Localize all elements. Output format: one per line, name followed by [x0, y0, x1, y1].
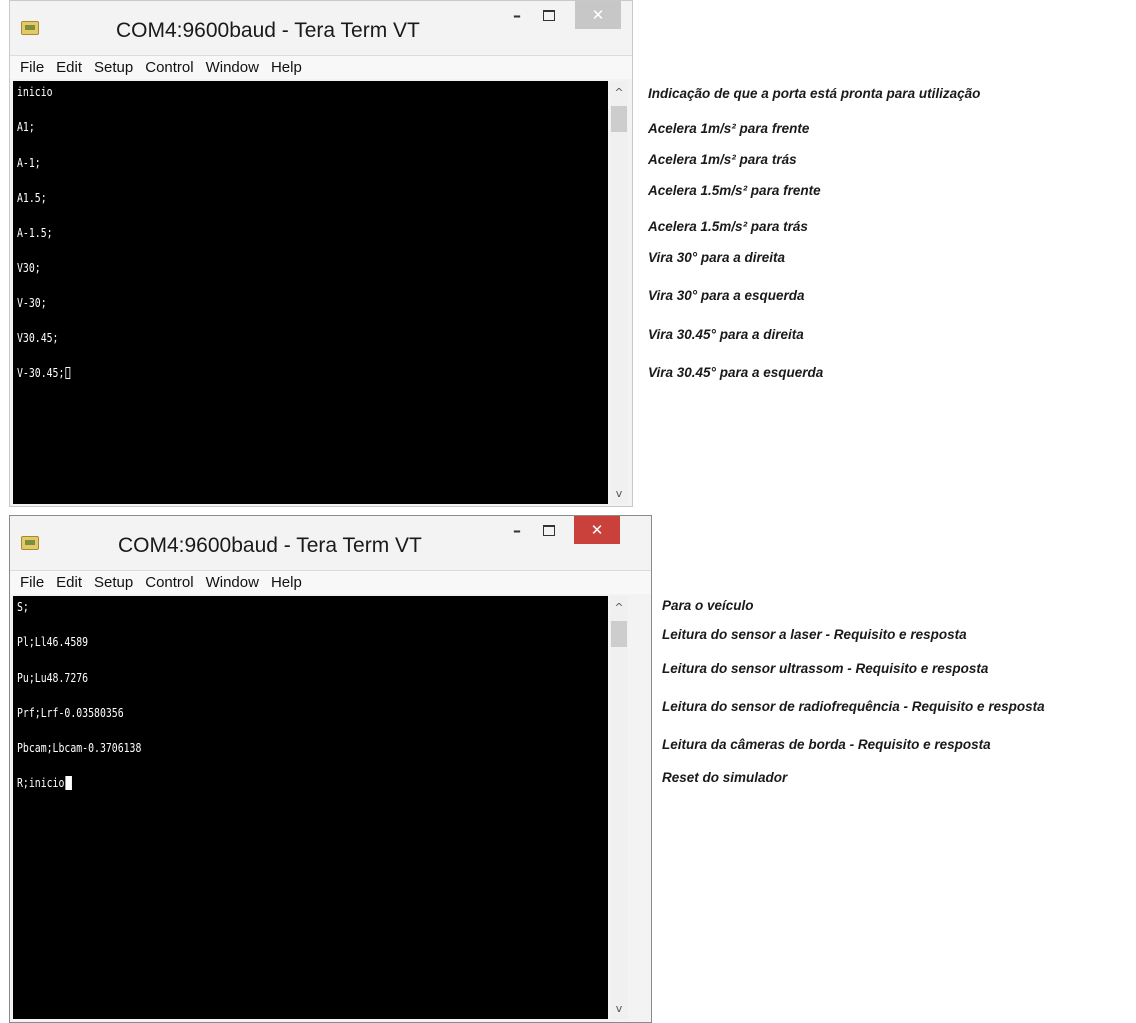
teraterm-app-icon[interactable] [21, 536, 39, 550]
maximize-button[interactable] [536, 1, 562, 29]
menu-window[interactable]: Window [200, 59, 265, 76]
terminal-line-text: V30.45; [17, 331, 59, 345]
annotation: Acelera 1.5m/s² para trás [648, 219, 808, 234]
menu-control[interactable]: Control [139, 59, 199, 76]
menu-control[interactable]: Control [139, 574, 199, 591]
close-button[interactable]: ✕ [575, 1, 621, 29]
minimize-icon: – [513, 520, 521, 540]
terminal-line: S; [17, 600, 29, 614]
scroll-thumb[interactable] [611, 106, 627, 132]
terminal-line: inicio [17, 85, 53, 99]
teraterm-app-icon[interactable] [21, 21, 39, 35]
window-title: COM4:9600baud - Tera Term VT [118, 534, 422, 557]
annotation: Vira 30° para a direita [648, 250, 785, 265]
terminal-line: V-30.45; [17, 366, 71, 380]
terminal-line: V-30; [17, 296, 47, 310]
cursor-icon [65, 367, 71, 379]
annotation: Leitura do sensor ultrassom - Requisito … [662, 661, 989, 676]
terminal-line: V30; [17, 261, 41, 275]
menu-help[interactable]: Help [265, 59, 308, 76]
menu-window[interactable]: Window [200, 574, 265, 591]
annotation: Leitura do sensor de radiofrequência - R… [662, 699, 1045, 714]
annotation: Acelera 1.5m/s² para frente [648, 183, 821, 198]
menu-file[interactable]: File [14, 574, 50, 591]
minimize-icon: – [513, 5, 521, 25]
terminal-line-text: V-30.45; [17, 366, 65, 380]
menu-bar: File Edit Setup Control Window Help [10, 55, 632, 79]
menu-edit[interactable]: Edit [50, 574, 88, 591]
menu-edit[interactable]: Edit [50, 59, 88, 76]
annotation: Vira 30.45° para a esquerda [648, 365, 824, 380]
close-icon: ✕ [591, 6, 605, 24]
vertical-scrollbar[interactable]: ^ v [610, 596, 628, 1019]
terminal-window-2: COM4:9600baud - Tera Term VT – ✕ File Ed… [9, 515, 652, 1023]
menu-help[interactable]: Help [265, 574, 308, 591]
maximize-button[interactable] [536, 516, 562, 544]
minimize-button[interactable]: – [504, 1, 530, 29]
scroll-down-icon[interactable]: v [610, 484, 628, 502]
minimize-button[interactable]: – [504, 516, 530, 544]
menu-bar: File Edit Setup Control Window Help [10, 570, 651, 594]
annotation: Reset do simulador [662, 770, 788, 785]
menu-setup[interactable]: Setup [88, 574, 139, 591]
terminal-line: Pl;Ll46.4589 [17, 635, 89, 649]
menu-setup[interactable]: Setup [88, 59, 139, 76]
terminal-line: A-1; [17, 156, 41, 170]
cursor-icon [65, 776, 72, 790]
terminal-line: R;inicio [17, 776, 72, 790]
annotation: Indicação de que a porta está pronta par… [648, 86, 981, 101]
annotation: Para o veículo [662, 598, 754, 613]
scroll-thumb[interactable] [611, 621, 627, 647]
terminal-line: Prf;Lrf-0.03580356 [17, 706, 124, 720]
annotation: Leitura da câmeras de borda - Requisito … [662, 737, 991, 752]
annotation: Vira 30.45° para a direita [648, 327, 804, 342]
terminal-line: A1.5; [17, 191, 47, 205]
close-button[interactable]: ✕ [574, 516, 620, 544]
annotation: Acelera 1m/s² para frente [648, 121, 810, 136]
terminal-line: Pbcam;Lbcam-0.3706138 [17, 741, 142, 755]
annotation: Vira 30° para a esquerda [648, 288, 805, 303]
annotation: Leitura do sensor a laser - Requisito e … [662, 627, 967, 642]
menu-file[interactable]: File [14, 59, 50, 76]
vertical-scrollbar[interactable]: ^ v [610, 81, 628, 504]
close-icon: ✕ [590, 521, 604, 539]
window-title: COM4:9600baud - Tera Term VT [116, 19, 420, 42]
terminal-line: A-1.5; [17, 226, 53, 240]
terminal-screen[interactable]: inicio A1; A-1; A1.5; A-1.5; V30; V-30; … [13, 81, 608, 504]
scroll-up-icon[interactable]: ^ [610, 83, 628, 101]
maximize-icon [543, 524, 555, 536]
terminal-line: V30.45; [17, 331, 58, 345]
annotation: Acelera 1m/s² para trás [648, 152, 797, 167]
title-bar[interactable]: COM4:9600baud - Tera Term VT – ✕ [10, 1, 632, 55]
terminal-screen[interactable]: S; Pl;Ll46.4589 Pu;Lu48.7276 Prf;Lrf-0.0… [13, 596, 608, 1019]
terminal-line: A1; [17, 120, 35, 134]
title-bar[interactable]: COM4:9600baud - Tera Term VT – ✕ [10, 516, 651, 570]
terminal-line-text: R;inicio [17, 776, 65, 790]
scroll-down-icon[interactable]: v [610, 999, 628, 1017]
terminal-window-1: COM4:9600baud - Tera Term VT – ✕ File Ed… [9, 0, 633, 507]
maximize-icon [543, 9, 555, 21]
terminal-line: Pu;Lu48.7276 [17, 671, 89, 685]
scroll-up-icon[interactable]: ^ [610, 598, 628, 616]
